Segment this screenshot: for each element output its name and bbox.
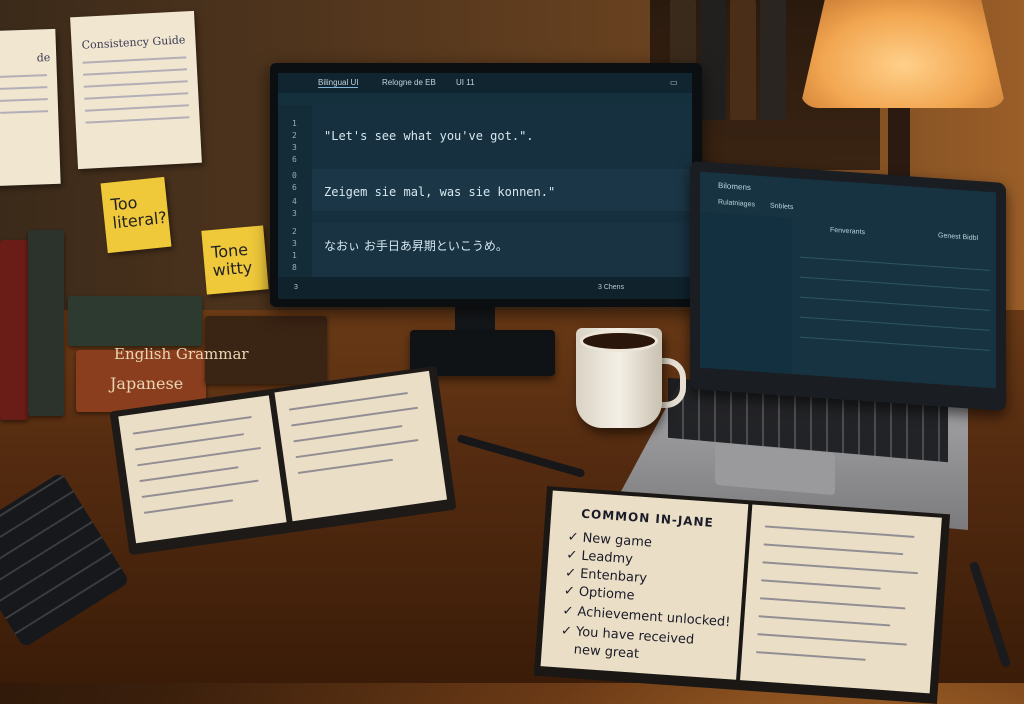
notebook-item-text: Leadmy [580, 548, 634, 568]
tab-relogne[interactable]: Relogne de EB [382, 78, 436, 87]
english-grammar-label: English Grammar [114, 345, 249, 363]
source-line-english[interactable]: "Let's see what you've got.". [324, 129, 534, 143]
consistency-guide-note: Consistency Guide [70, 10, 202, 170]
sticky-note-tone-witty: Tone witty [201, 225, 269, 295]
sticky-note-too-literal: Too literal? [100, 176, 172, 254]
line-number: 2 [292, 131, 297, 140]
laptop-lid: Bilomens Rulatniages Snblets Fenverants … [690, 160, 1006, 412]
notebook-page [118, 395, 287, 544]
editor-subbar [278, 93, 692, 105]
line-number: 1 [292, 251, 297, 260]
tab-ui-11[interactable]: UI 11 [456, 78, 475, 87]
laptop-row [800, 276, 990, 291]
laptop-screen: Bilomens Rulatniages Snblets Fenverants … [700, 171, 996, 389]
laptop-app-title: Bilomens [718, 180, 751, 193]
lamp-shade [800, 0, 1006, 108]
notebook-item: ✓ Entenbary [564, 565, 648, 587]
notebook-item: ✓ Optiome [563, 583, 636, 604]
notebook-page-list: COMMON IN-JANE ✓ New game ✓ Leadmy ✓ Ent… [540, 490, 749, 680]
status-bar: 3 3 Chens [278, 277, 692, 299]
open-notebook-right: COMMON IN-JANE ✓ New game ✓ Leadmy ✓ Ent… [533, 486, 951, 704]
window-icon[interactable]: ▭ [670, 78, 678, 87]
line-number: 8 [292, 263, 297, 272]
line-number: 3 [292, 143, 297, 152]
line-number: 3 [292, 209, 297, 218]
notebook-item-text: new great [573, 642, 640, 662]
notebook-item-text: Entenbary [579, 566, 648, 587]
laptop-row [800, 256, 990, 271]
english-grammar-book [68, 296, 202, 346]
notebook-page [274, 370, 448, 522]
mug-coffee [580, 330, 658, 352]
line-number: 2 [292, 227, 297, 236]
laptop-side-button[interactable]: Genest Bidbl [938, 232, 978, 242]
laptop-panel-title: Fenverants [830, 226, 866, 237]
shelf-book [700, 0, 726, 120]
line-number: 1 [292, 119, 297, 128]
laptop-row [800, 316, 990, 331]
translation-line-german[interactable]: Zeigem sie mal, was sie konnen." [324, 185, 555, 199]
monitor-screen: Bilingual UI Relogne de EB UI 11 ▭ 1 2 3… [278, 73, 692, 299]
notebook-item-text: Optiome [578, 584, 636, 604]
line-number: 3 [292, 239, 297, 248]
laptop-row [800, 296, 990, 311]
green-book [28, 230, 64, 416]
tab-bilingual-ui[interactable]: Bilingual UI [318, 78, 359, 88]
line-number: 4 [292, 197, 297, 206]
line-number: 6 [292, 155, 297, 164]
line-number: 6 [292, 183, 297, 192]
laptop-row [800, 336, 990, 351]
red-book [0, 240, 28, 420]
consistency-guide-title: Consistency Guide [81, 33, 186, 52]
notebook-item-text: New game [582, 530, 653, 551]
shelf-book [760, 0, 786, 120]
notebook-title: COMMON IN-JANE [580, 506, 715, 530]
laptop-sidebar [700, 211, 792, 375]
notebook-page-notes [740, 504, 942, 694]
status-left: 3 [294, 284, 298, 291]
shelf-book [730, 0, 756, 120]
editor-tab-bar: Bilingual UI Relogne de EB UI 11 ▭ [278, 73, 692, 93]
wall-note-left-text: de [36, 51, 51, 65]
notebook-item: ✓ Leadmy [565, 547, 634, 568]
laptop-toolbar-item[interactable]: Snblets [770, 203, 793, 212]
wall-note-left: de [0, 28, 61, 187]
laptop-toolbar-item[interactable]: Rulatniages [718, 199, 755, 209]
translation-line-japanese[interactable]: なおぃ お手日あ昇期といこうめ。 [324, 237, 508, 254]
line-number: 0 [292, 171, 297, 180]
japanese-label: Japanese [110, 374, 184, 393]
status-center: 3 Chens [598, 284, 625, 291]
notebook-item: ✓ New game [567, 529, 653, 551]
monitor: Bilingual UI Relogne de EB UI 11 ▭ 1 2 3… [270, 63, 702, 307]
